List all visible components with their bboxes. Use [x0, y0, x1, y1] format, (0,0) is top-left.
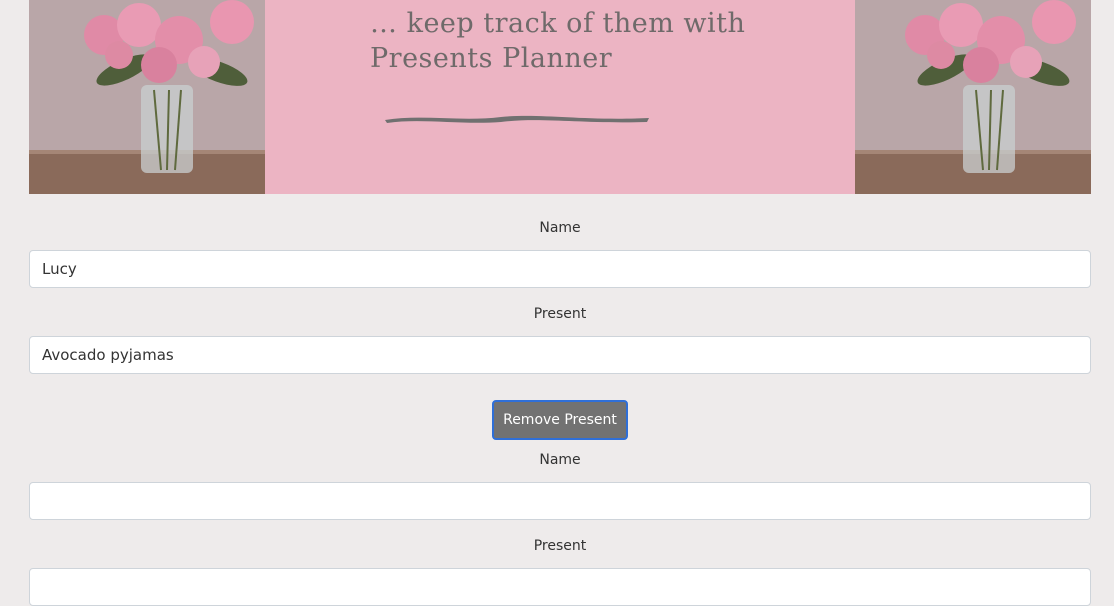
peony-vase-photo-left: [29, 0, 265, 194]
present-input[interactable]: [29, 336, 1091, 374]
present-label: Present: [533, 538, 587, 554]
name-input[interactable]: [29, 250, 1091, 288]
tagline-line-2: Presents Planner: [370, 43, 613, 74]
name-label: Name: [539, 452, 581, 468]
banner-tagline: … keep track of them with Presents Plann…: [370, 6, 745, 76]
present-input[interactable]: [29, 568, 1091, 606]
name-label: Name: [539, 220, 581, 236]
header-banner: … keep track of them with Presents Plann…: [29, 0, 1091, 194]
brush-stroke-divider: [385, 115, 649, 123]
peony-vase-photo-right: [855, 0, 1091, 194]
present-label: Present: [533, 306, 587, 322]
name-input[interactable]: [29, 482, 1091, 520]
remove-present-button[interactable]: Remove Present: [492, 400, 628, 440]
tagline-line-1: … keep track of them with: [370, 8, 746, 39]
